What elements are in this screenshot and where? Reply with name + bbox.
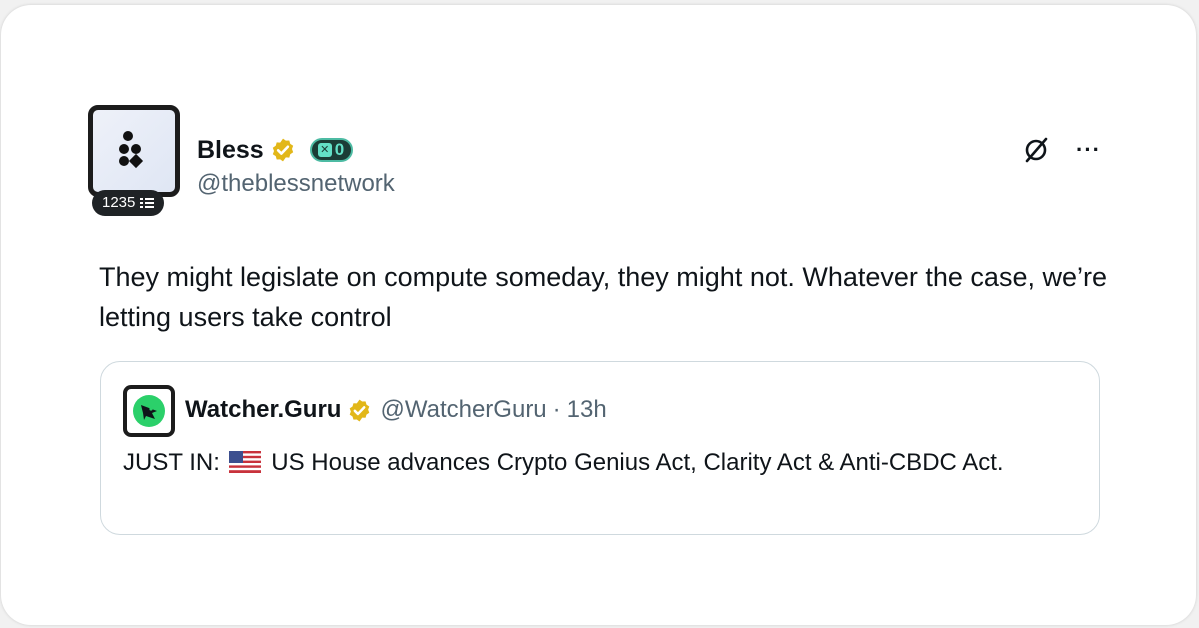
quoted-post[interactable]: Watcher.Guru @WatcherGuru · 13h JUST IN: bbox=[100, 361, 1100, 535]
post-actions: ··· bbox=[1022, 136, 1101, 164]
screenshot-frame: 1235 Bless ✕ 0 @theblessnetwork ··· They… bbox=[0, 0, 1199, 628]
subscriber-count-badge: 1235 bbox=[92, 190, 165, 216]
author-name-row: Bless ✕ 0 bbox=[197, 131, 354, 169]
author-display-name[interactable]: Bless bbox=[197, 136, 264, 165]
quoted-post-header: Watcher.Guru @WatcherGuru · 13h bbox=[185, 393, 607, 427]
author-avatar[interactable] bbox=[88, 105, 180, 197]
x-points-value: 0 bbox=[334, 140, 345, 159]
bless-logo-icon bbox=[119, 131, 144, 169]
verified-badge-icon[interactable] bbox=[270, 137, 296, 163]
verified-badge-icon[interactable] bbox=[347, 398, 372, 423]
post-text: They might legislate on compute someday,… bbox=[99, 262, 1107, 332]
grok-icon[interactable] bbox=[1022, 136, 1050, 164]
quoted-display-name[interactable]: Watcher.Guru bbox=[185, 396, 341, 424]
x-points-badge[interactable]: ✕ 0 bbox=[309, 138, 354, 162]
quoted-timestamp[interactable]: 13h bbox=[567, 396, 607, 424]
quoted-author-avatar[interactable] bbox=[123, 385, 175, 437]
x-logo-icon: ✕ bbox=[317, 143, 332, 157]
quoted-text-prefix: JUST IN: bbox=[123, 449, 220, 476]
us-flag-icon bbox=[228, 451, 261, 473]
quoted-text-body: US House advances Crypto Genius Act, Cla… bbox=[271, 449, 1004, 476]
watcher-guru-logo-icon bbox=[133, 395, 165, 427]
list-icon bbox=[140, 198, 155, 208]
author-handle[interactable]: @theblessnetwork bbox=[197, 170, 395, 198]
post-card: 1235 Bless ✕ 0 @theblessnetwork ··· They… bbox=[1, 5, 1196, 625]
quoted-post-text: JUST IN: US House advances Crypto Genius… bbox=[123, 445, 1073, 481]
quoted-handle[interactable]: @WatcherGuru bbox=[380, 396, 546, 424]
meta-separator: · bbox=[552, 396, 561, 423]
badge-count-value: 1235 bbox=[102, 194, 136, 211]
more-options-icon[interactable]: ··· bbox=[1076, 136, 1101, 164]
